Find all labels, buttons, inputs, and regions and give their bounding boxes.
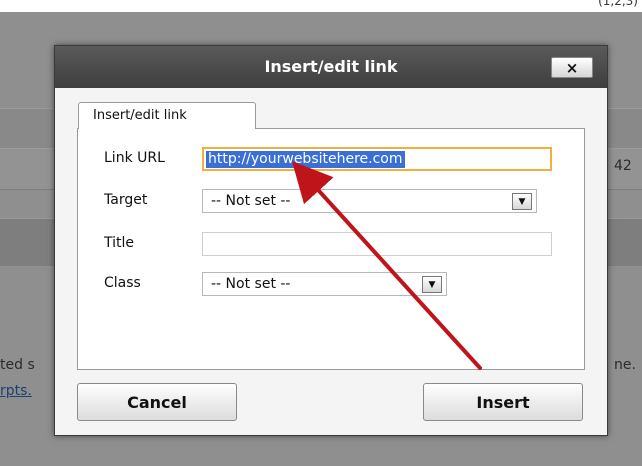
cancel-button[interactable]: Cancel: [77, 383, 237, 421]
background-text: ted s: [0, 357, 35, 373]
link-url-input[interactable]: http://yourwebsitehere.com: [202, 147, 552, 171]
background-count: 42: [614, 158, 632, 174]
title-input[interactable]: [202, 232, 552, 256]
class-value: -- Not set --: [211, 276, 291, 292]
close-icon: ×: [565, 58, 579, 77]
link-url-value: http://yourwebsitehere.com: [206, 151, 405, 168]
target-value: -- Not set --: [211, 193, 291, 209]
dialog-titlebar[interactable]: Insert/edit link ×: [55, 46, 607, 88]
class-select[interactable]: -- Not set -- ▼: [202, 272, 447, 296]
background-page-top: (1,2,3): [0, 0, 642, 12]
link-url-label: Link URL: [104, 150, 165, 166]
background-text: ne.: [614, 357, 636, 373]
link-form-panel: Link URL http://yourwebsitehere.com Targ…: [77, 128, 585, 370]
background-link[interactable]: rpts.: [0, 383, 32, 399]
chevron-down-icon[interactable]: ▼: [512, 193, 532, 210]
insert-button[interactable]: Insert: [423, 383, 583, 421]
background-top-text: (1,2,3): [598, 0, 638, 8]
target-label: Target: [104, 192, 148, 208]
tab-label: Insert/edit link: [93, 108, 187, 123]
close-button[interactable]: ×: [551, 57, 593, 78]
target-select[interactable]: -- Not set -- ▼: [202, 189, 537, 213]
chevron-down-icon[interactable]: ▼: [422, 276, 442, 293]
class-label: Class: [104, 275, 141, 291]
dialog-title: Insert/edit link: [264, 57, 398, 76]
title-label: Title: [104, 235, 135, 251]
insert-link-dialog: Insert/edit link × Insert/edit link Link…: [54, 45, 608, 436]
tab-insert-edit-link[interactable]: Insert/edit link: [78, 102, 256, 129]
